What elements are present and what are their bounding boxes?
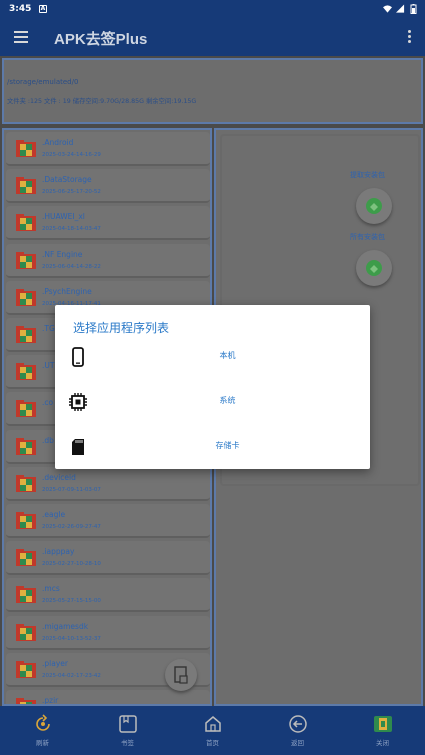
option-local-label: 本机 xyxy=(219,351,236,360)
option-system[interactable]: 系统 xyxy=(55,380,370,424)
option-system-label: 系统 xyxy=(219,396,236,405)
app-list-dialog: 选择应用程序列表 本机 系统 存储卡 xyxy=(55,305,370,469)
dialog-title: 选择应用程序列表 xyxy=(73,321,170,335)
option-sdcard-label: 存储卡 xyxy=(215,441,240,450)
option-sdcard[interactable]: 存储卡 xyxy=(55,425,370,469)
option-local[interactable]: 本机 xyxy=(55,335,370,379)
